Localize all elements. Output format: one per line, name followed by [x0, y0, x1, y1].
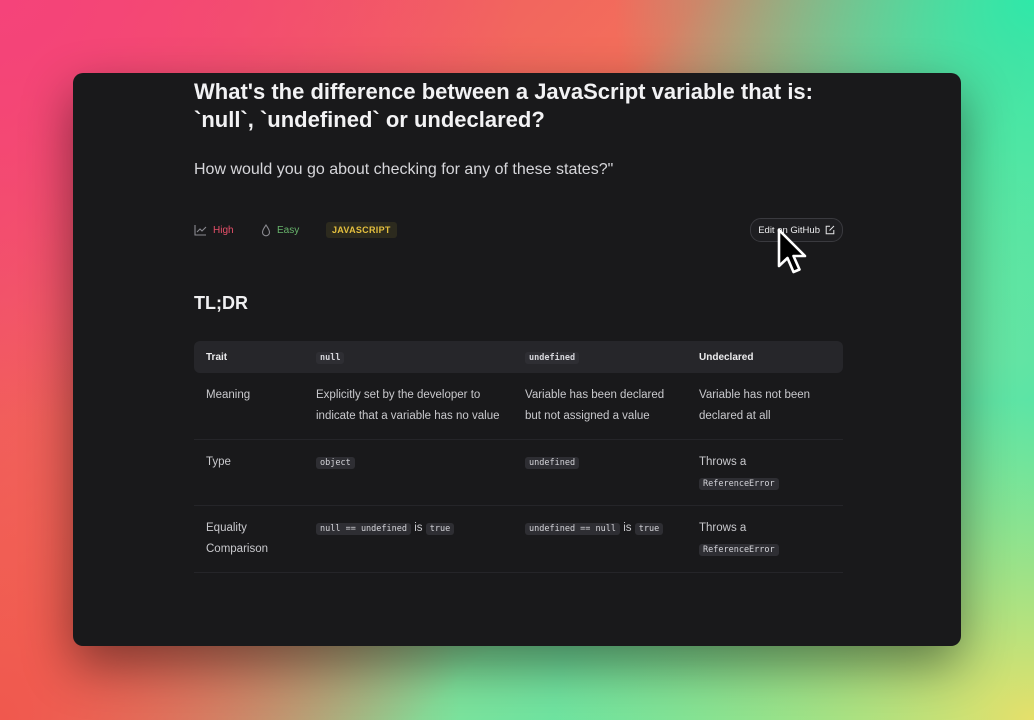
- null-result-code: true: [425, 523, 455, 535]
- header-undefined-code: undefined: [525, 351, 580, 364]
- importance-label: High: [213, 224, 234, 236]
- external-edit-icon: [825, 225, 835, 235]
- undefined-type-code: undefined: [525, 457, 580, 469]
- table-row: Type object undefined Throws a ReferenceE…: [194, 439, 843, 506]
- null-equality-code: null == undefined: [316, 523, 411, 535]
- table-row: Equality Comparison null == undefined is …: [194, 505, 843, 573]
- undefined-is-text: is: [623, 522, 632, 534]
- cell-undeclared: Variable has not been declared at all: [687, 373, 843, 440]
- cell-undefined: Variable has been declared but not assig…: [513, 373, 687, 440]
- null-is-text: is: [414, 522, 423, 534]
- cell-undeclared: Throws a ReferenceError: [687, 505, 843, 573]
- tldr-table: Trait null undefined Undeclared Meaning …: [194, 341, 843, 573]
- undeclared-equality-text: Throws a: [699, 522, 747, 534]
- header-null-code: null: [316, 351, 345, 364]
- cell-undeclared: Throws a ReferenceError: [687, 439, 843, 506]
- undefined-equality-code: undefined == null: [525, 523, 620, 535]
- question-meta: High Easy JAVASCRIPT Edit on GitHub: [194, 218, 843, 242]
- cell-null: null == undefined is true: [304, 505, 513, 573]
- cell-trait: Equality Comparison: [194, 505, 304, 573]
- cell-trait: Type: [194, 439, 304, 506]
- topic-tag[interactable]: JAVASCRIPT: [326, 222, 397, 238]
- mouse-pointer-icon: [777, 228, 807, 274]
- table-row: Meaning Explicitly set by the developer …: [194, 373, 843, 440]
- table-header-row: Trait null undefined Undeclared: [194, 341, 843, 373]
- difficulty-label: Easy: [277, 224, 300, 236]
- header-null: null: [304, 341, 513, 373]
- tldr-heading: TL;DR: [194, 293, 248, 313]
- trait-line-1: Equality: [206, 522, 247, 534]
- question-window: What's the difference between a JavaScri…: [73, 73, 961, 646]
- cell-null: Explicitly set by the developer to indic…: [304, 373, 513, 440]
- undefined-result-code: true: [634, 523, 664, 535]
- trend-chart-icon: [194, 225, 207, 236]
- cell-trait: Meaning: [194, 373, 304, 440]
- cell-null: object: [304, 439, 513, 506]
- cell-undefined: undefined == null is true: [513, 505, 687, 573]
- null-type-code: object: [316, 457, 355, 469]
- header-undefined: undefined: [513, 341, 687, 373]
- undeclared-type-code: ReferenceError: [699, 477, 779, 490]
- trait-line-2: Comparison: [206, 542, 268, 555]
- undeclared-type-text: Throws a: [699, 456, 747, 468]
- drop-icon: [261, 223, 271, 236]
- header-undeclared: Undeclared: [687, 341, 843, 373]
- difficulty-badge: Easy: [261, 218, 299, 242]
- undeclared-equality-code: ReferenceError: [699, 543, 779, 556]
- header-trait-label: Trait: [206, 351, 228, 363]
- question-subtitle: How would you go about checking for any …: [194, 161, 614, 178]
- cell-undefined: undefined: [513, 439, 687, 506]
- header-undeclared-label: Undeclared: [699, 351, 754, 363]
- question-title: What's the difference between a JavaScri…: [194, 79, 813, 132]
- importance-badge: High: [194, 218, 234, 242]
- header-trait: Trait: [194, 341, 304, 373]
